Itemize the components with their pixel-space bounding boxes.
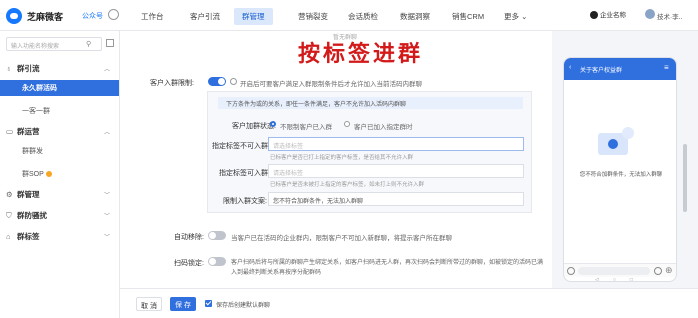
conditions-note: 下方条件为或的关系，即任一条件满足，客户不允许加入活码内群聊 [218, 97, 523, 109]
phone-deny-message: 您不符合加群条件，无法加入群聊 [579, 172, 663, 178]
sidebar-group-label: 群引流 [17, 64, 40, 73]
auto-remove-toggle[interactable] [208, 231, 226, 240]
scan-lock-hint: 客户扫码后将与所属的群聊产生绑定关系，如客户扫码进无人群，再次扫码会判断所带过的… [231, 260, 544, 266]
tag-not-allowed-select[interactable]: 请选择标签 [268, 137, 524, 151]
gear-icon: ⚙ [6, 190, 13, 199]
nav-tab-session-qc[interactable]: 会话质检 [348, 11, 378, 22]
sidebar-group-label: 群运营 [17, 127, 40, 136]
phone-header: ‹ 关于客户权益群 ≡ [564, 58, 676, 80]
sidebar-group-label: 群管理 [17, 190, 40, 199]
avatar[interactable] [645, 9, 655, 19]
link-icon: ♁ [6, 64, 12, 73]
scan-lock-toggle[interactable] [208, 257, 226, 266]
scan-lock-label: 扫码锁定: [174, 260, 204, 267]
nav-tab-sales-crm[interactable]: 销售CRM [452, 11, 484, 22]
entry-limit-label: 客户入群限制: [150, 80, 194, 87]
brand-name[interactable]: 芝麻微客 [27, 10, 63, 23]
back-arrow-icon: ‹ [569, 64, 572, 71]
tag-not-allowed-label: 指定标签不可入群: [212, 143, 270, 150]
sidebar-group-label: 群防骚扰 [17, 211, 47, 220]
create-default-group-label[interactable]: 保存后创建默认群聊 [216, 300, 270, 309]
nav-tab-data-insight[interactable]: 数据洞察 [400, 11, 430, 22]
sidebar-group-group-tags[interactable]: ⌂ 群标签 [6, 231, 40, 242]
username[interactable]: 技术·李.. [657, 11, 682, 21]
deny-text-input[interactable]: 您不符合加群条件，无法加入群聊 [268, 192, 524, 206]
scrollbar[interactable] [683, 144, 687, 212]
sidebar-item-one-customer-one-group[interactable]: 一客一群 [12, 103, 112, 119]
search-icon[interactable]: ⚲ [86, 40, 91, 48]
join-status-option-specified[interactable]: 客户已加入指定群时 [354, 121, 413, 131]
tag-icon: ⌂ [6, 232, 11, 241]
shield-icon: ⛉ [6, 211, 12, 220]
org-switcher[interactable]: 企业名称 [590, 9, 626, 20]
phone-input-bar: ⊕ [564, 263, 676, 277]
sidebar-group-group-operation[interactable]: ▭ 群运营 [6, 126, 40, 137]
entry-limit-hint: 开启后可要客户满足入群限制条件后才允许加入当前活码内群聊 [240, 81, 422, 88]
sidebar-item-permanent-group-code[interactable]: 永久群活码 [0, 80, 119, 96]
sidebar-group-group-management[interactable]: ⚙ 群管理 [6, 189, 40, 200]
scan-lock-hint-continued: 入到最终判断关系再按序分配群码 [231, 270, 322, 276]
auto-remove-label: 自动移除: [174, 234, 204, 241]
group-illustration-icon [598, 127, 634, 155]
org-name: 企业名称 [600, 12, 626, 19]
more-icon: ≡ [664, 63, 669, 72]
join-status-option-unlimited-radio[interactable] [270, 121, 276, 127]
tag-not-allowed-hint: 已标客户是否已打上指定的客户标签，是否给其不允许入群 [270, 155, 414, 161]
phone-chat-title: 关于客户权益群 [580, 68, 623, 74]
refresh-icon[interactable] [108, 9, 119, 20]
chevron-down-icon[interactable]: ﹀ [104, 232, 110, 241]
plus-icon: ⊕ [665, 265, 673, 275]
chevron-up-icon[interactable]: ︿ [104, 64, 110, 73]
chevron-down-icon[interactable]: ﹀ [104, 190, 110, 199]
brand-logo-icon[interactable] [6, 8, 22, 24]
collapse-sidebar-icon[interactable] [106, 39, 114, 47]
emoji-icon [654, 267, 662, 275]
sidebar-group-anti-harassment[interactable]: ⛉ 群防骚扰 [6, 210, 47, 221]
sidebar-group-group-acquisition[interactable]: ♁ 群引流 [6, 63, 40, 74]
tag-allowed-select[interactable]: 请选择标签 [268, 164, 524, 178]
annotation-title: 按标签进群 [298, 41, 424, 67]
voice-icon [567, 267, 575, 275]
phone-nav-bar: ◁○□ [595, 277, 647, 282]
entry-limit-toggle[interactable] [208, 77, 226, 86]
top-bar: 芝麻微客 公众号 工作台 客户引流 群管理 营销裂变 会话质检 数据洞察 销售C… [0, 0, 698, 31]
phone-preview: ‹ 关于客户权益群 ≡ 您不符合加群条件，无法加入群聊 ⊕ ◁○□ [563, 57, 677, 282]
chevron-down-icon[interactable]: ﹀ [104, 211, 110, 220]
hot-badge-icon [45, 171, 52, 178]
chat-icon: ▭ [6, 127, 14, 136]
brand-subtitle[interactable]: 公众号 [82, 11, 103, 21]
chevron-up-icon[interactable]: ︿ [104, 127, 110, 136]
nav-tab-workbench[interactable]: 工作台 [141, 11, 164, 22]
auto-remove-hint: 当客户已在活码的企业群内，限制客户不可加入新群聊，将提示客户所在群聊 [231, 235, 452, 242]
tag-allowed-label: 指定标签可入群: [219, 170, 270, 177]
nav-tab-more[interactable]: 更多 ⌄ [504, 11, 527, 22]
sidebar-item-label: 群SOP [22, 171, 44, 178]
nav-tab-marketing[interactable]: 营销裂变 [298, 11, 328, 22]
sidebar-item-group-broadcast[interactable]: 群群发 [12, 143, 112, 159]
help-icon[interactable] [230, 78, 237, 85]
sidebar-item-group-sop[interactable]: 群SOP [12, 166, 112, 182]
phone-text-field [578, 267, 650, 275]
nav-tab-group-management[interactable]: 群管理 [234, 8, 273, 25]
join-status-option-specified-radio[interactable] [344, 121, 350, 127]
save-button[interactable]: 保 存 [170, 297, 196, 311]
cancel-button[interactable]: 取 消 [136, 297, 162, 311]
org-logo-icon [590, 11, 598, 20]
sidebar-group-label: 群标签 [17, 232, 40, 241]
sidebar: 输入功能名称搜索 ⚲ ♁ 群引流 ︿ 永久群活码 一客一群 ▭ 群运营 ︿ 群群发 … [0, 31, 120, 318]
tag-allowed-hint: 已标客户是否未被打上指定的客户标签，如未打上则不允许入群 [270, 182, 425, 188]
nav-tab-customer-acquisition[interactable]: 客户引流 [190, 11, 220, 22]
join-status-option-unlimited[interactable]: 不限制客户已入群 [280, 121, 332, 131]
create-default-group-checkbox[interactable] [205, 300, 212, 307]
deny-text-label: 限制入群文案: [223, 198, 267, 205]
